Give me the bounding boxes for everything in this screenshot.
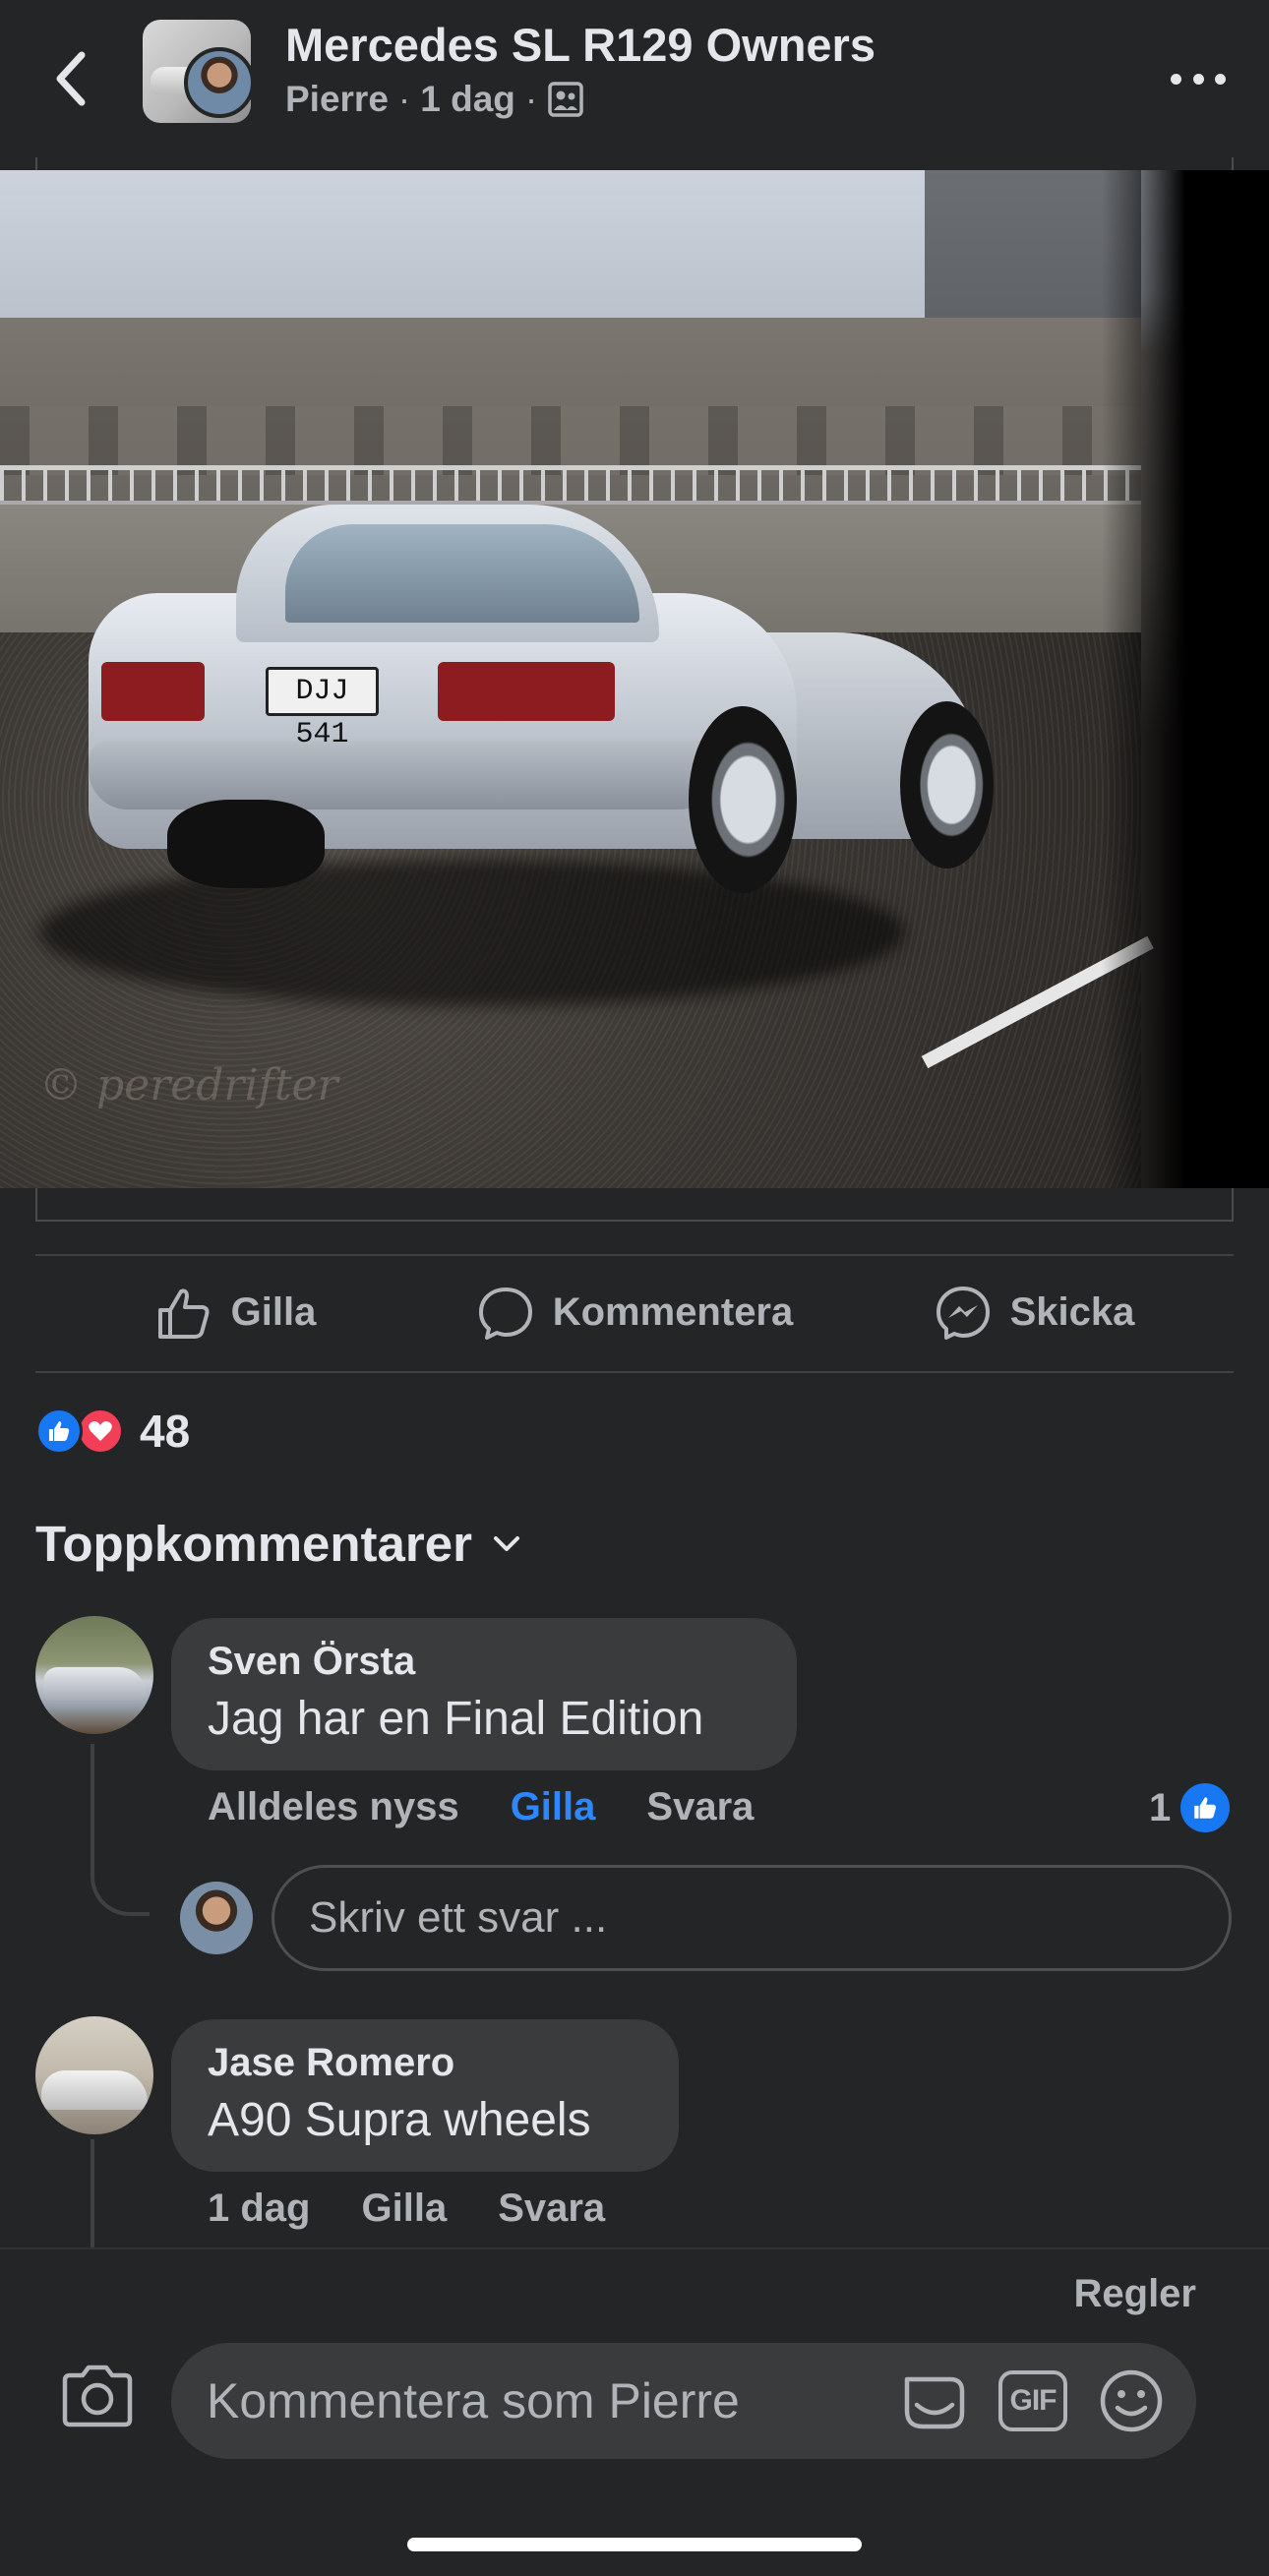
comment-bubble[interactable]: Jase Romero A90 Supra wheels: [171, 2019, 679, 2172]
home-indicator[interactable]: [407, 2538, 862, 2551]
back-button[interactable]: [45, 44, 94, 113]
gif-button[interactable]: GIF: [997, 2366, 1068, 2436]
camera-icon: [62, 2365, 133, 2427]
comment-actions: 1 dag Gilla Svara: [208, 2187, 605, 2231]
tail-light-right: [438, 662, 615, 721]
tail-light-left: [101, 662, 205, 721]
chevron-down-icon: [493, 1535, 519, 1551]
like-reaction-icon: [1180, 1783, 1231, 1832]
car-bumper: [89, 741, 718, 809]
comment-button[interactable]: Kommentera: [435, 1256, 834, 1369]
avatar-sticker-icon: [904, 2376, 965, 2429]
photo-watermark: © peredrifter: [39, 1060, 338, 1110]
send-label: Skicka: [1009, 1290, 1135, 1334]
car-shadow: [39, 859, 905, 1006]
thumbs-up-icon: [157, 1288, 210, 1339]
comment-author[interactable]: Jase Romero: [208, 2041, 641, 2085]
avatar[interactable]: [35, 1616, 153, 1734]
author-avatar: [184, 47, 251, 118]
post-meta: Pierre · 1 dag ·: [285, 79, 584, 120]
wheel-rear-right: [689, 706, 797, 893]
comment-text: Jag har en Final Edition: [208, 1693, 704, 1745]
messenger-icon: [936, 1286, 990, 1340]
author-name[interactable]: Pierre: [285, 79, 389, 120]
comment-actions: Alldeles nyss Gilla Svara: [208, 1785, 754, 1829]
ellipsis-dot: [1215, 73, 1226, 85]
comment-label: Kommentera: [552, 1290, 794, 1334]
reply-placeholder: Skriv ett svar ...: [309, 1893, 608, 1942]
like-button[interactable]: Gilla: [35, 1256, 435, 1369]
reactions-summary[interactable]: 48: [35, 1402, 190, 1461]
thumbs-up-icon: [1194, 1797, 1217, 1819]
comment-like-button[interactable]: Gilla: [361, 2187, 447, 2231]
car-window: [285, 524, 639, 623]
divider: [35, 1371, 1234, 1373]
comment-reply-button[interactable]: Svara: [498, 2187, 605, 2231]
chevron-left-icon: [56, 51, 86, 106]
comment-bubble[interactable]: Sven Örsta Jag har en Final Edition: [171, 1618, 797, 1770]
comment-like-count[interactable]: 1: [1149, 1783, 1231, 1832]
comment-like-button[interactable]: Gilla: [511, 1785, 596, 1829]
comment-author[interactable]: Sven Örsta: [208, 1640, 759, 1684]
comment-sort-selector[interactable]: Toppkommentarer: [35, 1515, 521, 1573]
avatar-sticker-button[interactable]: [899, 2366, 970, 2436]
post-header: Mercedes SL R129 Owners Pierre · 1 dag ·: [0, 0, 1269, 157]
photo-railing: [0, 465, 1141, 505]
meta-separator: ·: [397, 79, 411, 119]
comment-like-number: 1: [1149, 1785, 1172, 1829]
gif-icon: GIF: [998, 2370, 1067, 2431]
comment-time: Alldeles nyss: [208, 1785, 459, 1828]
reply-input[interactable]: Skriv ett svar ...: [272, 1865, 1232, 1971]
license-plate: DJJ 541: [266, 667, 379, 751]
send-button[interactable]: Skicka: [834, 1256, 1234, 1369]
like-label: Gilla: [230, 1290, 317, 1334]
wheel-rear: [167, 800, 325, 888]
comment-placeholder: Kommentera som Pierre: [207, 2373, 740, 2428]
ellipsis-icon: [1171, 73, 1181, 85]
comment-time: 1 dag: [208, 2187, 311, 2230]
more-options-button[interactable]: [1171, 61, 1226, 96]
group-avatar[interactable]: [143, 20, 251, 123]
meta-separator: ·: [524, 79, 538, 119]
post-time[interactable]: 1 dag: [420, 79, 515, 120]
wheel-front-right: [900, 701, 994, 869]
comment-text: A90 Supra wheels: [208, 2094, 591, 2146]
thread-line: [91, 2139, 94, 2247]
emoji-button[interactable]: [1096, 2366, 1167, 2436]
comment-reply-button[interactable]: Svara: [646, 1785, 754, 1829]
reaction-count: 48: [140, 1406, 191, 1457]
love-reaction-icon: [77, 1408, 124, 1455]
smiley-icon: [1100, 2369, 1163, 2432]
avatar[interactable]: [35, 2016, 153, 2134]
thread-line: [91, 1744, 150, 1916]
comment-sort-label: Toppkommentarer: [35, 1516, 472, 1572]
comment-input[interactable]: Kommentera som Pierre GIF: [171, 2343, 1196, 2459]
thumbs-up-icon: [49, 1421, 70, 1441]
heart-icon: [89, 1421, 112, 1441]
composer-tools: GIF: [899, 2366, 1167, 2436]
avatar: [180, 1882, 253, 1954]
like-reaction-icon: [35, 1408, 83, 1455]
post-actions: Gilla Kommentera Skicka: [35, 1256, 1234, 1369]
camera-button[interactable]: [59, 2363, 136, 2429]
group-members-icon: [548, 82, 583, 117]
group-name[interactable]: Mercedes SL R129 Owners: [285, 18, 876, 72]
post-photo[interactable]: DJJ 541 © peredrifter: [0, 170, 1269, 1188]
photo-dark-edge: [1102, 170, 1269, 1188]
ellipsis-dot: [1192, 73, 1204, 85]
rules-link[interactable]: Regler: [1074, 2272, 1197, 2316]
comment-bubble-icon: [478, 1287, 532, 1340]
